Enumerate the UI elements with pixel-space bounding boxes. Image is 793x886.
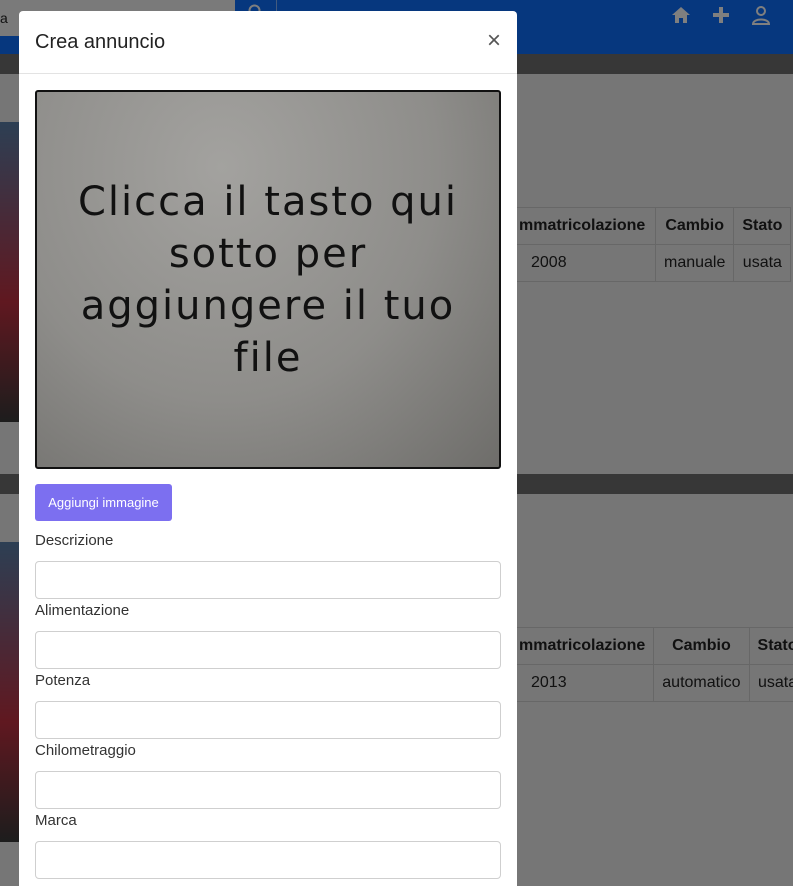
create-listing-modal: Crea annuncio × Clicca il tasto qui sott…: [19, 11, 517, 886]
brand-field[interactable]: [35, 841, 501, 879]
close-icon[interactable]: ×: [487, 29, 501, 53]
description-field[interactable]: [35, 561, 501, 599]
preview-instruction-text: Clicca il tasto qui sotto per aggiungere…: [77, 178, 459, 381]
power-field[interactable]: [35, 701, 501, 739]
description-label: Descrizione: [35, 532, 114, 549]
fuel-field[interactable]: [35, 631, 501, 669]
brand-label: Marca: [35, 812, 77, 829]
fuel-label: Alimentazione: [35, 602, 130, 619]
power-label: Potenza: [35, 672, 91, 689]
image-preview: Clicca il tasto qui sotto per aggiungere…: [35, 90, 501, 469]
modal-header: Crea annuncio ×: [19, 11, 517, 74]
modal-title: Crea annuncio: [35, 31, 166, 53]
mileage-field[interactable]: [35, 771, 501, 809]
add-image-button[interactable]: Aggiungi immagine: [35, 484, 172, 521]
mileage-label: Chilometraggio: [35, 742, 136, 759]
